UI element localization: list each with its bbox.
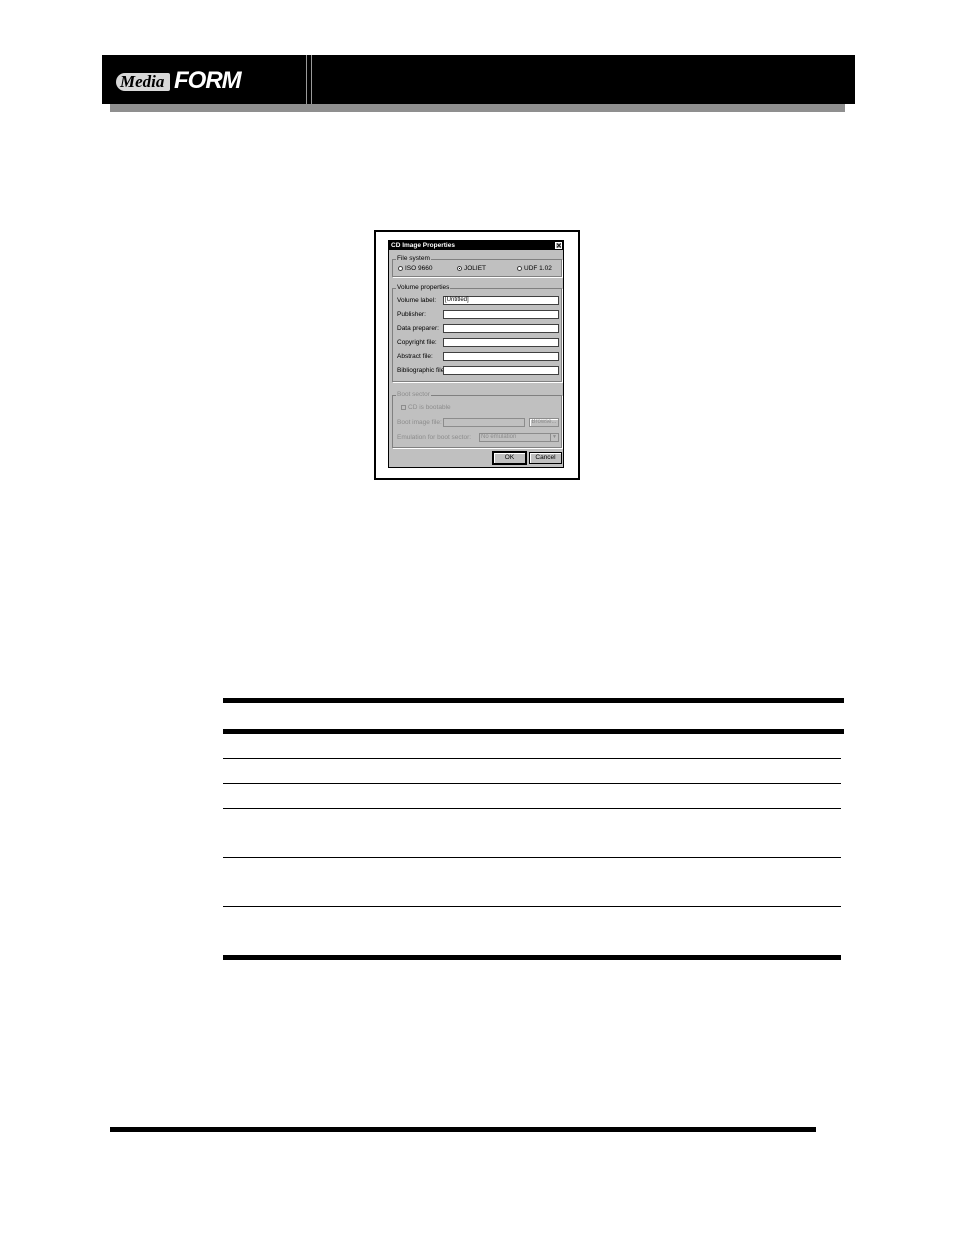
emulation-select[interactable]: No emulation ▼	[479, 433, 559, 442]
footer-rule	[110, 1127, 816, 1132]
close-icon[interactable]: ✕	[555, 242, 562, 250]
header-divider	[306, 55, 307, 104]
publisher-input[interactable]	[443, 310, 559, 319]
abstract-file-row: Abstract file:	[397, 352, 563, 361]
volume-properties-group-label: Volume properties	[396, 284, 451, 292]
bibliographic-file-label: Bibliographic file:	[397, 367, 447, 374]
cancel-button[interactable]: Cancel	[529, 452, 562, 464]
logo-form-text: FORM	[174, 67, 242, 94]
radio-iso9660[interactable]: ISO 9660	[398, 265, 432, 273]
bibliographic-file-row: Bibliographic file:	[397, 366, 563, 375]
file-system-group: File system ISO 9660 JOLIET UDF 1.02	[392, 255, 562, 277]
emulation-label: Emulation for boot sector:	[397, 434, 472, 441]
copyright-file-row: Copyright file:	[397, 338, 563, 347]
abstract-file-label: Abstract file:	[397, 353, 433, 360]
radio-joliet-label: JOLIET	[464, 265, 487, 272]
logo-media-text: Media	[116, 73, 171, 91]
copyright-file-input[interactable]	[443, 338, 559, 347]
table-bottom-rule	[223, 955, 841, 960]
table-row-divider	[223, 906, 841, 907]
header-divider	[311, 55, 312, 104]
radio-iso9660-label: ISO 9660	[405, 265, 433, 272]
radio-selected-icon	[457, 266, 462, 271]
publisher-row: Publisher:	[397, 310, 563, 319]
publisher-label: Publisher:	[397, 311, 426, 318]
cd-image-properties-dialog: CD Image Properties ✕ File system ISO 96…	[388, 240, 564, 468]
checkbox-icon	[401, 405, 406, 410]
radio-udf102[interactable]: UDF 1.02	[517, 265, 552, 273]
radio-icon	[398, 266, 403, 271]
volume-properties-group: Volume properties Volume label: [Untitle…	[392, 284, 563, 382]
copyright-file-label: Copyright file:	[397, 339, 437, 346]
data-preparer-input[interactable]	[443, 324, 559, 333]
boot-image-label: Boot image file:	[397, 419, 442, 426]
dialog-screenshot-frame: CD Image Properties ✕ File system ISO 96…	[374, 230, 580, 480]
volume-label-row: Volume label: [Untitled]	[397, 296, 563, 305]
dialog-title: CD Image Properties	[391, 242, 455, 249]
table-top-rule	[223, 698, 844, 703]
bootable-checkbox[interactable]: CD is bootable	[401, 404, 451, 412]
boot-sector-group-label: Boot sector	[396, 391, 431, 399]
file-system-group-label: File system	[396, 255, 431, 263]
header-banner: Media FORM	[102, 55, 855, 104]
radio-joliet[interactable]: JOLIET	[457, 265, 486, 273]
bootable-checkbox-label: CD is bootable	[408, 404, 451, 411]
radio-udf102-label: UDF 1.02	[524, 265, 552, 272]
boot-image-row: Boot image file: Browse...	[397, 418, 563, 427]
abstract-file-input[interactable]	[443, 352, 559, 361]
radio-icon	[517, 266, 522, 271]
table-header-rule	[223, 729, 844, 734]
document-page: { "header": { "logo_text_media": "Media"…	[0, 0, 954, 1235]
volume-label-input[interactable]: [Untitled]	[443, 296, 559, 305]
boot-image-input[interactable]	[443, 418, 525, 427]
table-row-divider	[223, 808, 841, 809]
table-row-divider	[223, 857, 841, 858]
browse-button[interactable]: Browse...	[529, 418, 559, 427]
chevron-down-icon: ▼	[550, 434, 558, 441]
volume-label-label: Volume label:	[397, 297, 437, 304]
data-preparer-label: Data preparer:	[397, 325, 439, 332]
mediaform-logo: Media FORM	[116, 65, 242, 95]
emulation-select-value: No emulation	[481, 434, 517, 440]
ok-button[interactable]: OK	[493, 452, 526, 464]
boot-sector-group: Boot sector CD is bootable Boot image fi…	[392, 391, 563, 448]
bibliographic-file-input[interactable]	[443, 366, 559, 375]
table-row-divider	[223, 783, 841, 784]
data-preparer-row: Data preparer:	[397, 324, 563, 333]
emulation-row: Emulation for boot sector: No emulation …	[397, 433, 563, 442]
table-row-divider	[223, 758, 841, 759]
dialog-title-bar: CD Image Properties ✕	[389, 241, 563, 250]
